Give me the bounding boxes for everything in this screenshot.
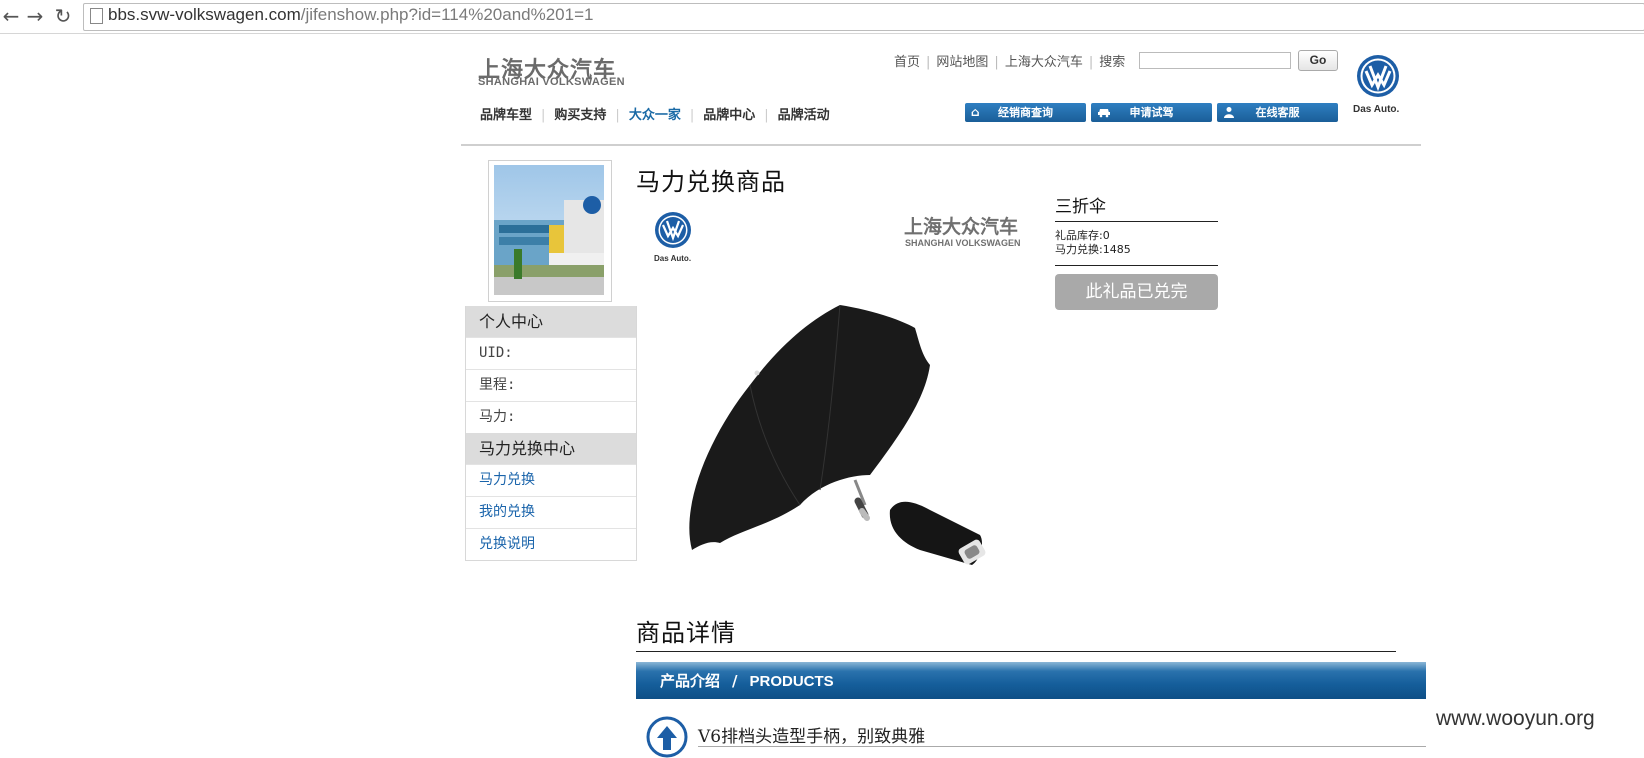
divider: | (689, 108, 695, 123)
main-nav: 品牌车型 | 购买支持 | 大众一家 | 品牌中心 | 品牌活动 (480, 104, 830, 123)
sold-out-button[interactable]: 此礼品已兑完 (1055, 274, 1218, 310)
divider (698, 746, 1426, 747)
products-bar-sep: / (732, 672, 738, 690)
nav-family[interactable]: 大众一家 (629, 108, 681, 123)
divider (1055, 221, 1218, 222)
site-logo-en[interactable]: SHANGHAI VOLKSWAGEN (478, 76, 625, 88)
url-host: bbs.svw-volkswagen.com (108, 5, 301, 24)
top-link-search[interactable]: 搜索 (1099, 55, 1125, 70)
back-arrow-icon[interactable]: ← (0, 4, 22, 28)
sidebar-panel: 个人中心 UID: 里程: 马力: 马力兑换中心 马力兑换 我的兑换 兑换说明 (465, 306, 637, 561)
header-divider (461, 144, 1421, 146)
nav-purchase[interactable]: 购买支持 (554, 108, 606, 123)
url-path: /jifenshow.php?id=114%20and%201=1 (300, 5, 594, 24)
online-service-button[interactable]: 在线客服 (1217, 103, 1338, 122)
das-auto-tagline: Das Auto. (1353, 104, 1400, 115)
test-drive-label: 申请试驾 (1129, 106, 1174, 119)
divider (1055, 265, 1218, 266)
sidebar-link-exchange[interactable]: 马力兑换 (466, 464, 636, 496)
vw-logo-icon[interactable] (1356, 54, 1400, 98)
sidebar-link-exchange-rules[interactable]: 兑换说明 (466, 528, 636, 560)
dealer-search-label: 经销商查询 (998, 106, 1053, 119)
products-section-bar: 产品介绍 / PRODUCTS (636, 662, 1426, 699)
image-logo-cn: 上海大众汽车 (904, 215, 1018, 238)
stock-label: 礼品库存:0 (1055, 229, 1110, 242)
up-arrow-icon (646, 716, 688, 758)
exchange-center-heading: 马力兑换中心 (466, 433, 636, 464)
image-tagline: Das Auto. (654, 254, 691, 263)
avatar (494, 165, 604, 295)
sidebar-link-my-exchanges[interactable]: 我的兑换 (466, 496, 636, 528)
divider: | (615, 108, 620, 123)
nav-brand-center[interactable]: 品牌中心 (703, 108, 755, 123)
divider: | (994, 55, 999, 70)
uid-field: UID: (466, 337, 636, 369)
test-drive-button[interactable]: 申请试驾 (1091, 103, 1212, 122)
divider: | (541, 108, 546, 123)
feature-text: V6排档头造型手柄，别致典雅 (698, 727, 926, 747)
search-input[interactable] (1139, 52, 1291, 69)
top-links: 首页 | 网站地图 | 上海大众汽车 | 搜索 (894, 51, 1125, 70)
divider: | (764, 108, 769, 123)
details-title: 商品详情 (636, 619, 736, 647)
image-logo-en: SHANGHAI VOLKSWAGEN (905, 238, 1021, 248)
products-bar-en: PRODUCTS (749, 673, 834, 690)
forward-arrow-icon[interactable]: → (24, 4, 46, 28)
divider: | (926, 55, 931, 70)
reload-icon[interactable]: ↻ (52, 4, 74, 28)
page-title: 马力兑换商品 (636, 168, 786, 196)
gift-name: 三折伞 (1055, 197, 1106, 217)
address-bar-text[interactable]: bbs.svw-volkswagen.com/jifenshow.php?id=… (108, 5, 593, 25)
product-image: Das Auto. 上海大众汽车 SHANGHAI VOLKSWAGEN (640, 205, 1040, 605)
search-go-button[interactable]: Go (1298, 50, 1338, 71)
top-link-sitemap[interactable]: 网站地图 (936, 55, 988, 70)
personal-center-heading: 个人中心 (466, 306, 636, 337)
online-service-label: 在线客服 (1255, 106, 1300, 119)
nav-models[interactable]: 品牌车型 (480, 108, 532, 123)
watermark: www.wooyun.org (1436, 707, 1595, 730)
divider (636, 651, 1396, 652)
dealer-search-button[interactable]: ⌂ 经销商查询 (965, 103, 1086, 122)
top-link-svw[interactable]: 上海大众汽车 (1005, 55, 1083, 70)
nav-brand-events[interactable]: 品牌活动 (778, 108, 830, 123)
divider: | (1088, 55, 1094, 70)
page-icon (90, 8, 103, 24)
products-bar-cn: 产品介绍 (660, 672, 721, 690)
price-label: 马力兑换:1485 (1055, 243, 1131, 256)
mileage-field: 里程: (466, 369, 636, 401)
horsepower-field: 马力: (466, 401, 636, 433)
top-link-home[interactable]: 首页 (894, 55, 920, 70)
gift-meta: 礼品库存:0 马力兑换:1485 (1055, 229, 1131, 257)
